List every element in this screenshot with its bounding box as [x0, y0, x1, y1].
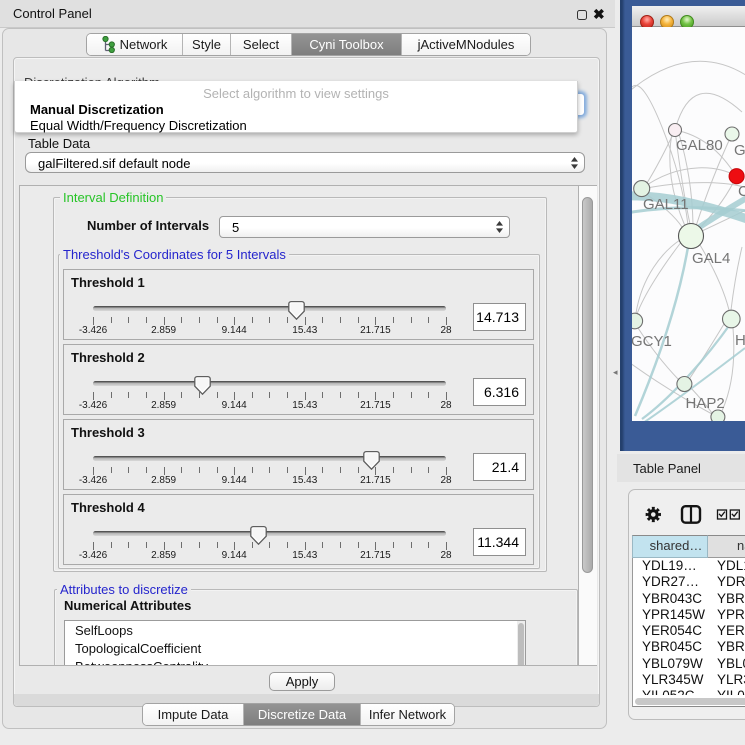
svg-text:HI: HI — [735, 332, 745, 349]
svg-text:GAL11: GAL11 — [643, 196, 689, 213]
svg-text:CY: CY — [738, 183, 745, 200]
svg-text:GAL80: GAL80 — [676, 137, 723, 154]
svg-text:GAL4: GAL4 — [692, 250, 730, 267]
svg-text:GA: GA — [734, 142, 745, 159]
svg-text:GCY1: GCY1 — [632, 333, 672, 350]
svg-text:HAP2: HAP2 — [686, 395, 725, 412]
